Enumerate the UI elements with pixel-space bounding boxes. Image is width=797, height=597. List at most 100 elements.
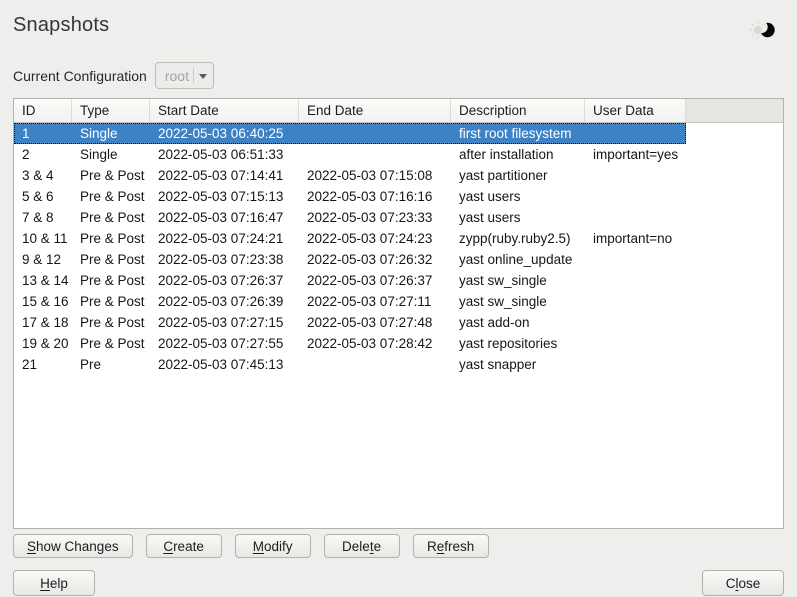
table-row[interactable]: 15 & 16Pre & Post2022-05-03 07:26:392022…: [14, 291, 686, 312]
cell-id: 21: [14, 354, 72, 375]
table-row[interactable]: 21Pre2022-05-03 07:45:13 yast snapper: [14, 354, 686, 375]
cell-end: 2022-05-03 07:15:08: [299, 165, 451, 186]
snapshots-window: Snapshots Current Confi: [0, 0, 797, 597]
cell-id: 5 & 6: [14, 186, 72, 207]
cell-user_data: [585, 207, 686, 228]
cell-start: 2022-05-03 07:27:15: [150, 312, 299, 333]
column-header-user-data[interactable]: User Data: [585, 99, 686, 123]
cell-end: 2022-05-03 07:27:11: [299, 291, 451, 312]
cell-user_data: [585, 186, 686, 207]
title-row: Snapshots: [13, 0, 784, 47]
config-row: Current Configuration root: [13, 62, 784, 89]
cell-start: 2022-05-03 07:45:13: [150, 354, 299, 375]
cell-end: 2022-05-03 07:26:37: [299, 270, 451, 291]
close-button[interactable]: Close: [702, 570, 784, 596]
chevron-down-icon: [199, 74, 207, 79]
cell-end: 2022-05-03 07:24:23: [299, 228, 451, 249]
cell-user_data: important=no: [585, 228, 686, 249]
cell-id: 17 & 18: [14, 312, 72, 333]
table-header: IDTypeStart DateEnd DateDescriptionUser …: [14, 99, 783, 123]
cell-type: Pre & Post: [72, 165, 150, 186]
cell-user_data: [585, 354, 686, 375]
current-configuration-label: Current Configuration: [13, 68, 147, 84]
cell-type: Pre & Post: [72, 270, 150, 291]
table-row[interactable]: 17 & 18Pre & Post2022-05-03 07:27:152022…: [14, 312, 686, 333]
table-row[interactable]: 19 & 20Pre & Post2022-05-03 07:27:552022…: [14, 333, 686, 354]
cell-start: 2022-05-03 07:26:39: [150, 291, 299, 312]
create-button[interactable]: Create: [146, 534, 222, 558]
cell-user_data: [585, 270, 686, 291]
cell-end: [299, 144, 451, 165]
cell-description: after installation: [451, 144, 585, 165]
cell-end: 2022-05-03 07:16:16: [299, 186, 451, 207]
cell-start: 2022-05-03 06:51:33: [150, 144, 299, 165]
cell-type: Pre & Post: [72, 186, 150, 207]
cell-description: yast users: [451, 186, 585, 207]
cell-type: Pre & Post: [72, 333, 150, 354]
table-row[interactable]: 5 & 6Pre & Post2022-05-03 07:15:132022-0…: [14, 186, 686, 207]
cell-id: 7 & 8: [14, 207, 72, 228]
table-row[interactable]: 7 & 8Pre & Post2022-05-03 07:16:472022-0…: [14, 207, 686, 228]
table-row[interactable]: 1Single2022-05-03 06:40:25first root fil…: [14, 123, 686, 144]
cell-user_data: [585, 333, 686, 354]
cell-id: 19 & 20: [14, 333, 72, 354]
cell-description: yast repositories: [451, 333, 585, 354]
cell-type: Pre & Post: [72, 207, 150, 228]
cell-user_data: [585, 249, 686, 270]
configuration-dropdown-value: root: [165, 68, 189, 84]
cell-user_data: [585, 291, 686, 312]
page-title: Snapshots: [13, 14, 109, 37]
cell-end: 2022-05-03 07:28:42: [299, 333, 451, 354]
footer-row: Help Close: [13, 570, 784, 596]
cell-start: 2022-05-03 07:27:55: [150, 333, 299, 354]
cell-description: first root filesystem: [451, 123, 585, 144]
cell-type: Pre & Post: [72, 249, 150, 270]
cell-id: 10 & 11: [14, 228, 72, 249]
cell-description: yast add-on: [451, 312, 585, 333]
cell-end: [299, 354, 451, 375]
cell-start: 2022-05-03 07:16:47: [150, 207, 299, 228]
delete-button[interactable]: Delete: [324, 534, 400, 558]
cell-user_data: [585, 123, 686, 144]
cell-type: Pre & Post: [72, 228, 150, 249]
cell-start: 2022-05-03 06:40:25: [150, 123, 299, 144]
cell-start: 2022-05-03 07:15:13: [150, 186, 299, 207]
action-buttons: Show Changes Create Modify Delete Refresh: [13, 534, 784, 558]
cell-description: yast online_update: [451, 249, 585, 270]
cell-user_data: [585, 165, 686, 186]
cell-type: Single: [72, 144, 150, 165]
cell-start: 2022-05-03 07:23:38: [150, 249, 299, 270]
table-row[interactable]: 3 & 4Pre & Post2022-05-03 07:14:412022-0…: [14, 165, 686, 186]
column-header-description[interactable]: Description: [451, 99, 585, 123]
cell-type: Pre: [72, 354, 150, 375]
cell-end: 2022-05-03 07:23:33: [299, 207, 451, 228]
cell-type: Single: [72, 123, 150, 144]
dropdown-separator: [193, 68, 194, 83]
table-row[interactable]: 9 & 12Pre & Post2022-05-03 07:23:382022-…: [14, 249, 686, 270]
table-body: 1Single2022-05-03 06:40:25first root fil…: [14, 123, 783, 528]
cell-start: 2022-05-03 07:26:37: [150, 270, 299, 291]
modify-button[interactable]: Modify: [235, 534, 311, 558]
column-header-type[interactable]: Type: [72, 99, 150, 123]
cell-description: yast users: [451, 207, 585, 228]
column-header-end-date[interactable]: End Date: [299, 99, 451, 123]
cell-id: 15 & 16: [14, 291, 72, 312]
cell-end: 2022-05-03 07:27:48: [299, 312, 451, 333]
cell-type: Pre & Post: [72, 291, 150, 312]
table-row[interactable]: 13 & 14Pre & Post2022-05-03 07:26:372022…: [14, 270, 686, 291]
cell-description: yast snapper: [451, 354, 585, 375]
cell-description: zypp(ruby.ruby2.5): [451, 228, 585, 249]
table-row[interactable]: 2Single2022-05-03 06:51:33after installa…: [14, 144, 686, 165]
refresh-button[interactable]: Refresh: [413, 534, 489, 558]
cell-id: 9 & 12: [14, 249, 72, 270]
day-night-icon: [748, 18, 778, 47]
column-header-id[interactable]: ID: [14, 99, 72, 123]
cell-user_data: [585, 312, 686, 333]
table-row[interactable]: 10 & 11Pre & Post2022-05-03 07:24:212022…: [14, 228, 686, 249]
column-header-start-date[interactable]: Start Date: [150, 99, 299, 123]
cell-id: 13 & 14: [14, 270, 72, 291]
help-button[interactable]: Help: [13, 570, 95, 596]
configuration-dropdown[interactable]: root: [155, 62, 214, 89]
cell-id: 3 & 4: [14, 165, 72, 186]
show-changes-button[interactable]: Show Changes: [13, 534, 133, 558]
